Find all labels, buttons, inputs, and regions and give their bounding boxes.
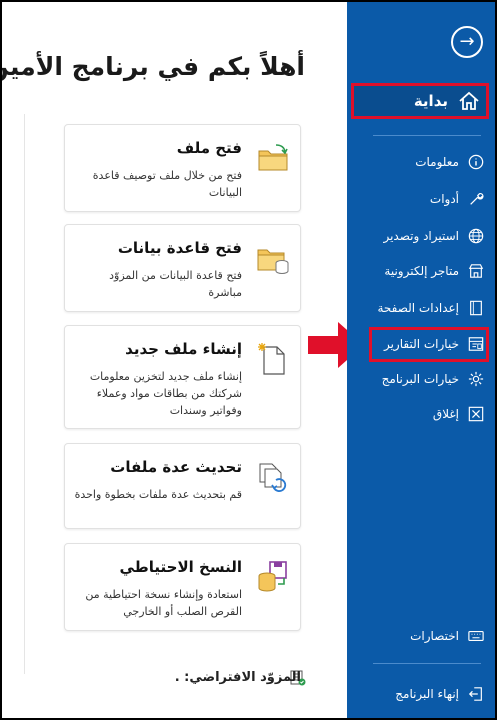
new-file-icon bbox=[258, 343, 285, 375]
sidebar-item-label: بداية bbox=[413, 92, 448, 110]
sidebar-item-label: إغلاق bbox=[432, 407, 459, 421]
gear-icon bbox=[467, 370, 485, 388]
sidebar-item-label: متاجر إلكترونية bbox=[384, 264, 459, 278]
info-icon bbox=[467, 153, 485, 171]
sidebar-item-tools[interactable]: أدوات bbox=[430, 188, 485, 210]
backup-icon bbox=[258, 561, 287, 592]
sidebar-item-stores[interactable]: متاجر إلكترونية bbox=[384, 260, 485, 282]
card-title: فتح ملف bbox=[176, 139, 242, 157]
sidebar-item-label: استيراد وتصدير bbox=[383, 229, 459, 243]
sidebar-item-label: خيارات البرنامج bbox=[381, 372, 459, 386]
sidebar-item-label: أدوات bbox=[429, 192, 459, 206]
sidebar-item-label: إعدادات الصفحة bbox=[377, 301, 459, 315]
open-database-card[interactable]: فتح قاعدة بيانات فتح قاعدة البيانات من ا… bbox=[64, 224, 301, 312]
card-title: فتح قاعدة بيانات bbox=[117, 239, 242, 257]
open-file-card[interactable]: فتح ملف فتح من خلال ملف توصيف قاعدة البي… bbox=[64, 124, 301, 212]
back-button[interactable]: → bbox=[451, 26, 483, 58]
card-description: فتح قاعدة البيانات من المزوّد مباشرة bbox=[109, 269, 242, 299]
card-description: إنشاء ملف جديد لتخزين معلومات شركتك من ب… bbox=[89, 370, 242, 417]
open-folder-icon bbox=[258, 144, 288, 171]
sidebar-item-info[interactable]: معلومات bbox=[415, 151, 485, 173]
backup-card[interactable]: النسخ الاحتياطي استعادة وإنشاء نسخة احتي… bbox=[64, 543, 301, 631]
app-window: أهلاً بكم في برنامج الأمين فتح ملف فتح م… bbox=[2, 2, 495, 718]
sidebar-item-label: معلومات bbox=[415, 155, 459, 169]
keyboard-icon bbox=[467, 627, 485, 645]
card-title: تحديث عدة ملفات bbox=[110, 458, 242, 476]
sidebar-item-home[interactable]: بداية bbox=[351, 83, 489, 119]
exit-icon bbox=[467, 685, 485, 703]
home-icon bbox=[459, 91, 479, 110]
card-description: فتح من خلال ملف توصيف قاعدة البيانات bbox=[92, 169, 242, 199]
tools-icon bbox=[467, 190, 485, 208]
sidebar-item-close[interactable]: إغلاق bbox=[433, 403, 485, 425]
card-title: النسخ الاحتياطي bbox=[119, 558, 243, 576]
page-title: أهلاً بكم في برنامج الأمين bbox=[2, 52, 305, 81]
arrow-right-icon: → bbox=[459, 31, 475, 52]
sidebar-separator bbox=[373, 135, 481, 136]
card-title: إنشاء ملف جديد bbox=[125, 340, 242, 358]
card-description: استعادة وإنشاء نسخة احتياطية من القرص ال… bbox=[85, 588, 242, 618]
new-file-card[interactable]: إنشاء ملف جديد إنشاء ملف جديد لتخزين معل… bbox=[64, 325, 301, 429]
sidebar-item-page-setup[interactable]: إعدادات الصفحة bbox=[377, 297, 485, 319]
sidebar-item-label: اختصارات bbox=[410, 629, 459, 643]
globe-icon bbox=[467, 227, 485, 245]
update-files-card[interactable]: تحديث عدة ملفات قم بتحديث عدة ملفات بخطو… bbox=[64, 443, 301, 529]
close-icon bbox=[467, 405, 485, 423]
update-files-icon bbox=[259, 463, 287, 492]
vertical-divider bbox=[24, 114, 25, 674]
page-icon bbox=[467, 299, 485, 317]
default-provider-label: المزوّد الافتراضي: . bbox=[174, 670, 301, 685]
sidebar-item-shortcuts[interactable]: اختصارات bbox=[410, 625, 485, 647]
store-icon bbox=[467, 262, 485, 280]
card-description: قم بتحديث عدة ملفات بخطوة واحدة bbox=[74, 488, 242, 501]
sidebar-item-program-options[interactable]: خيارات البرنامج bbox=[382, 368, 485, 390]
sidebar-item-label: إنهاء البرنامج bbox=[395, 687, 459, 701]
sidebar-item-import-export[interactable]: استيراد وتصدير bbox=[383, 225, 485, 247]
sidebar-separator bbox=[373, 663, 481, 664]
sidebar-item-exit[interactable]: إنهاء البرنامج bbox=[395, 683, 485, 705]
open-database-icon bbox=[257, 249, 289, 274]
report-options-highlight bbox=[369, 327, 489, 362]
sidebar: → بداية معلومات أدوات استيراد وتصدير متا… bbox=[347, 2, 495, 718]
